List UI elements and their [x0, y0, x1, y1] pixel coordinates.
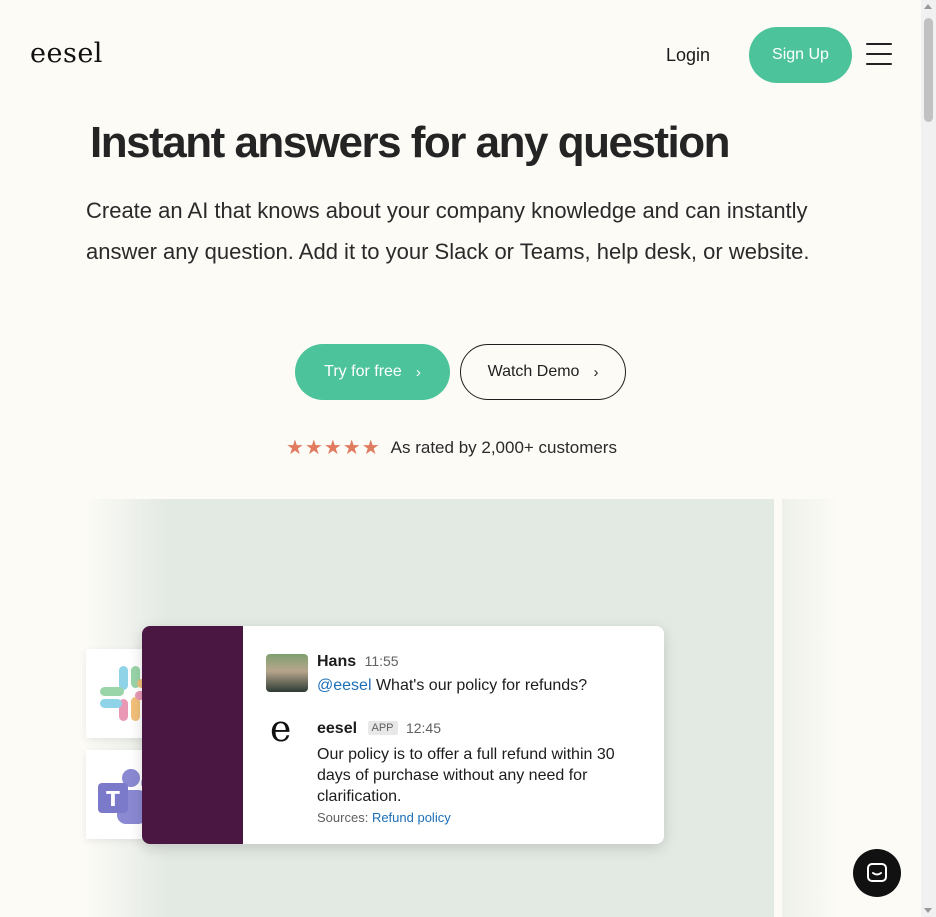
user-avatar: [266, 654, 308, 692]
try-for-free-button[interactable]: Try for free ›: [295, 344, 450, 400]
carousel-next-panel: [782, 499, 838, 917]
sources-label: Sources:: [317, 810, 369, 825]
scrollbar-thumb[interactable]: [924, 18, 933, 122]
svg-text:T: T: [106, 787, 120, 811]
customer-rating: ★★★★★ As rated by 2,000+ customers: [286, 435, 617, 460]
login-link[interactable]: Login: [666, 45, 710, 66]
bot-name: eesel: [317, 720, 358, 737]
hero-subtext: Create an AI that knows about your compa…: [86, 198, 810, 264]
slack-chat-window: Hans 11:55 @eesel What's our policy for …: [142, 626, 664, 844]
slack-sidebar: [142, 626, 243, 844]
watch-demo-label: Watch Demo: [487, 363, 580, 380]
rating-text: As rated by 2,000+ customers: [390, 437, 617, 457]
page-scrollbar[interactable]: [921, 0, 936, 917]
reply-sources: Sources: Refund policy: [317, 810, 451, 825]
signup-button[interactable]: Sign Up: [749, 27, 852, 83]
chevron-right-icon: ›: [415, 363, 421, 381]
user-timestamp: 11:55: [364, 653, 399, 669]
hamburger-menu-icon[interactable]: [866, 42, 892, 66]
watch-demo-button[interactable]: Watch Demo ›: [460, 344, 626, 400]
eesel-logo[interactable]: eesel: [30, 38, 103, 69]
app-badge: APP: [367, 721, 398, 735]
bot-reply: Our policy is to offer a full refund wit…: [317, 746, 615, 805]
user-message-header: Hans 11:55: [317, 653, 399, 671]
chat-launcher-button[interactable]: [853, 849, 901, 897]
bot-message-header: eesel APP 12:45: [317, 720, 441, 738]
chat-bubble-icon: [867, 863, 887, 882]
refund-policy-link[interactable]: Refund policy: [372, 810, 451, 825]
scroll-up-arrow-icon[interactable]: [924, 4, 932, 9]
try-for-free-label: Try for free: [324, 363, 402, 380]
hero-headline: Instant answers for any question: [90, 118, 731, 167]
eesel-bot-avatar: e: [270, 709, 292, 750]
user-message: @eesel What's our policy for refunds?: [317, 677, 587, 695]
scroll-down-arrow-icon[interactable]: [924, 908, 932, 913]
user-question: What's our policy for refunds?: [371, 677, 588, 694]
eesel-mention: @eesel: [317, 677, 372, 694]
chevron-right-icon: ›: [593, 363, 599, 381]
bot-timestamp: 12:45: [405, 720, 442, 736]
star-rating-icon: ★★★★★: [286, 437, 381, 459]
user-name: Hans: [317, 653, 357, 670]
